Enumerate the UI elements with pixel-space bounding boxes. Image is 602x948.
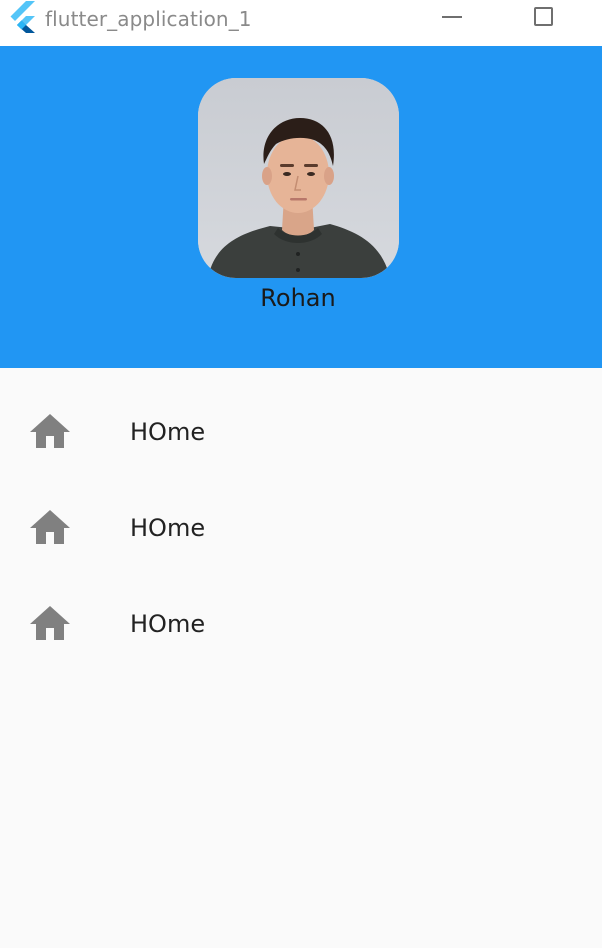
drawer-item-home-1[interactable]: HOme bbox=[0, 368, 602, 464]
minimize-icon bbox=[442, 16, 462, 18]
drawer-item-label: HOme bbox=[130, 514, 206, 542]
drawer-list: HOme HOme HOme bbox=[0, 368, 602, 656]
window-titlebar[interactable]: flutter_application_1 bbox=[0, 0, 602, 46]
drawer-item-label: HOme bbox=[130, 610, 206, 638]
maximize-button[interactable] bbox=[520, 0, 566, 36]
app-window: flutter_application_1 Rohan HOme HOme HO… bbox=[0, 0, 602, 948]
minimize-button[interactable] bbox=[429, 0, 475, 36]
flutter-logo-icon bbox=[9, 1, 39, 33]
home-icon bbox=[30, 414, 70, 448]
maximize-icon bbox=[534, 7, 553, 26]
home-icon bbox=[30, 606, 70, 640]
drawer-header: Rohan bbox=[0, 46, 602, 368]
drawer-item-home-2[interactable]: HOme bbox=[0, 464, 602, 560]
window-title: flutter_application_1 bbox=[45, 7, 252, 31]
drawer-item-label: HOme bbox=[130, 418, 206, 446]
home-icon bbox=[30, 510, 70, 544]
drawer-item-home-3[interactable]: HOme bbox=[0, 560, 602, 656]
profile-avatar[interactable] bbox=[198, 78, 399, 278]
profile-name: Rohan bbox=[260, 284, 336, 312]
